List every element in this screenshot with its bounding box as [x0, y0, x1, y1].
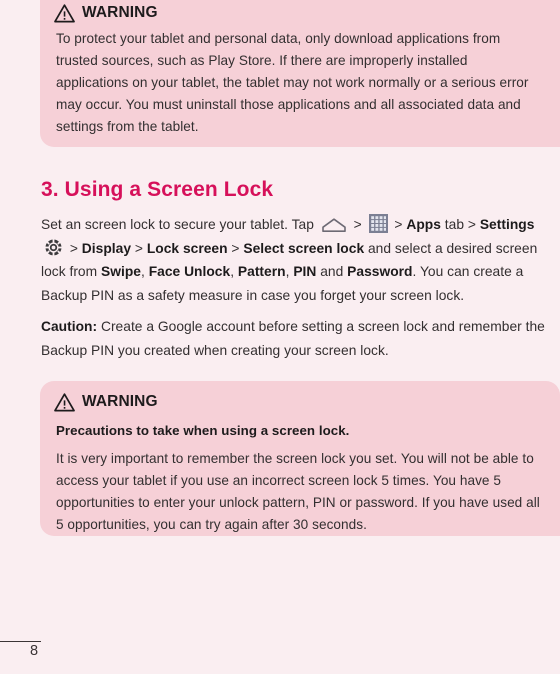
- select-screen-lock-label: Select screen lock: [243, 240, 365, 256]
- settings-gear-icon: [45, 238, 62, 256]
- warning-title-top: WARNING: [82, 4, 158, 22]
- warning-triangle-icon: [54, 3, 75, 22]
- home-icon: [321, 218, 346, 232]
- pin-label: PIN: [293, 264, 317, 280]
- instruction-comma-2: ,: [230, 264, 238, 280]
- settings-label: Settings: [479, 217, 535, 232]
- warning-title-bottom: WARNING: [82, 393, 158, 411]
- lock-screen-label: Lock screen: [146, 240, 228, 256]
- warning-body-bottom: It is very important to remember the scr…: [56, 450, 544, 532]
- instruction-comma-1: ,: [140, 264, 149, 280]
- warning-subtitle-bottom: Precautions to take when using a screen …: [56, 423, 350, 438]
- section-heading: 3. Using a Screen Lock: [41, 178, 274, 201]
- instruction-sep-4: >: [131, 240, 147, 256]
- warning-header-bottom: WARNING: [54, 391, 542, 413]
- footer-divider: [0, 641, 41, 642]
- manual-page: WARNING To protect your tablet and perso…: [0, 0, 560, 674]
- caution-label: Caution:: [41, 319, 98, 335]
- password-label: Password: [347, 264, 413, 280]
- warning-callout-top: WARNING To protect your tablet and perso…: [40, 0, 560, 147]
- section-body: Set an screen lock to secure your tablet…: [41, 213, 559, 363]
- instruction-paragraph: Set an screen lock to secure your tablet…: [41, 213, 559, 307]
- warning-callout-bottom: WARNING Precautions to take when using a…: [40, 381, 560, 536]
- display-label: Display: [81, 240, 132, 256]
- instruction-and: and: [316, 264, 348, 280]
- apps-tab-label: Apps: [406, 217, 441, 232]
- warning-body-top: To protect your tablet and personal data…: [56, 31, 533, 134]
- apps-grid-icon: [368, 214, 388, 233]
- caution-paragraph: Caution: Create a Google account before …: [41, 315, 559, 362]
- instruction-text-1: Set an screen lock to secure your tablet…: [41, 217, 318, 232]
- face-unlock-label: Face Unlock: [148, 264, 231, 280]
- page-footer: 8: [0, 630, 560, 674]
- page-number: 8: [30, 643, 39, 659]
- instruction-sep-2: >: [390, 217, 407, 232]
- instruction-sep-1: >: [349, 217, 366, 232]
- warning-triangle-icon: [54, 392, 75, 411]
- swipe-label: Swipe: [101, 264, 141, 280]
- pattern-label: Pattern: [237, 264, 286, 280]
- instruction-text-2: tab >: [440, 217, 480, 232]
- warning-header-top: WARNING: [54, 2, 542, 24]
- instruction-sep-3: >: [66, 240, 82, 256]
- caution-text: Create a Google account before setting a…: [41, 319, 545, 358]
- instruction-sep-5: >: [227, 240, 244, 256]
